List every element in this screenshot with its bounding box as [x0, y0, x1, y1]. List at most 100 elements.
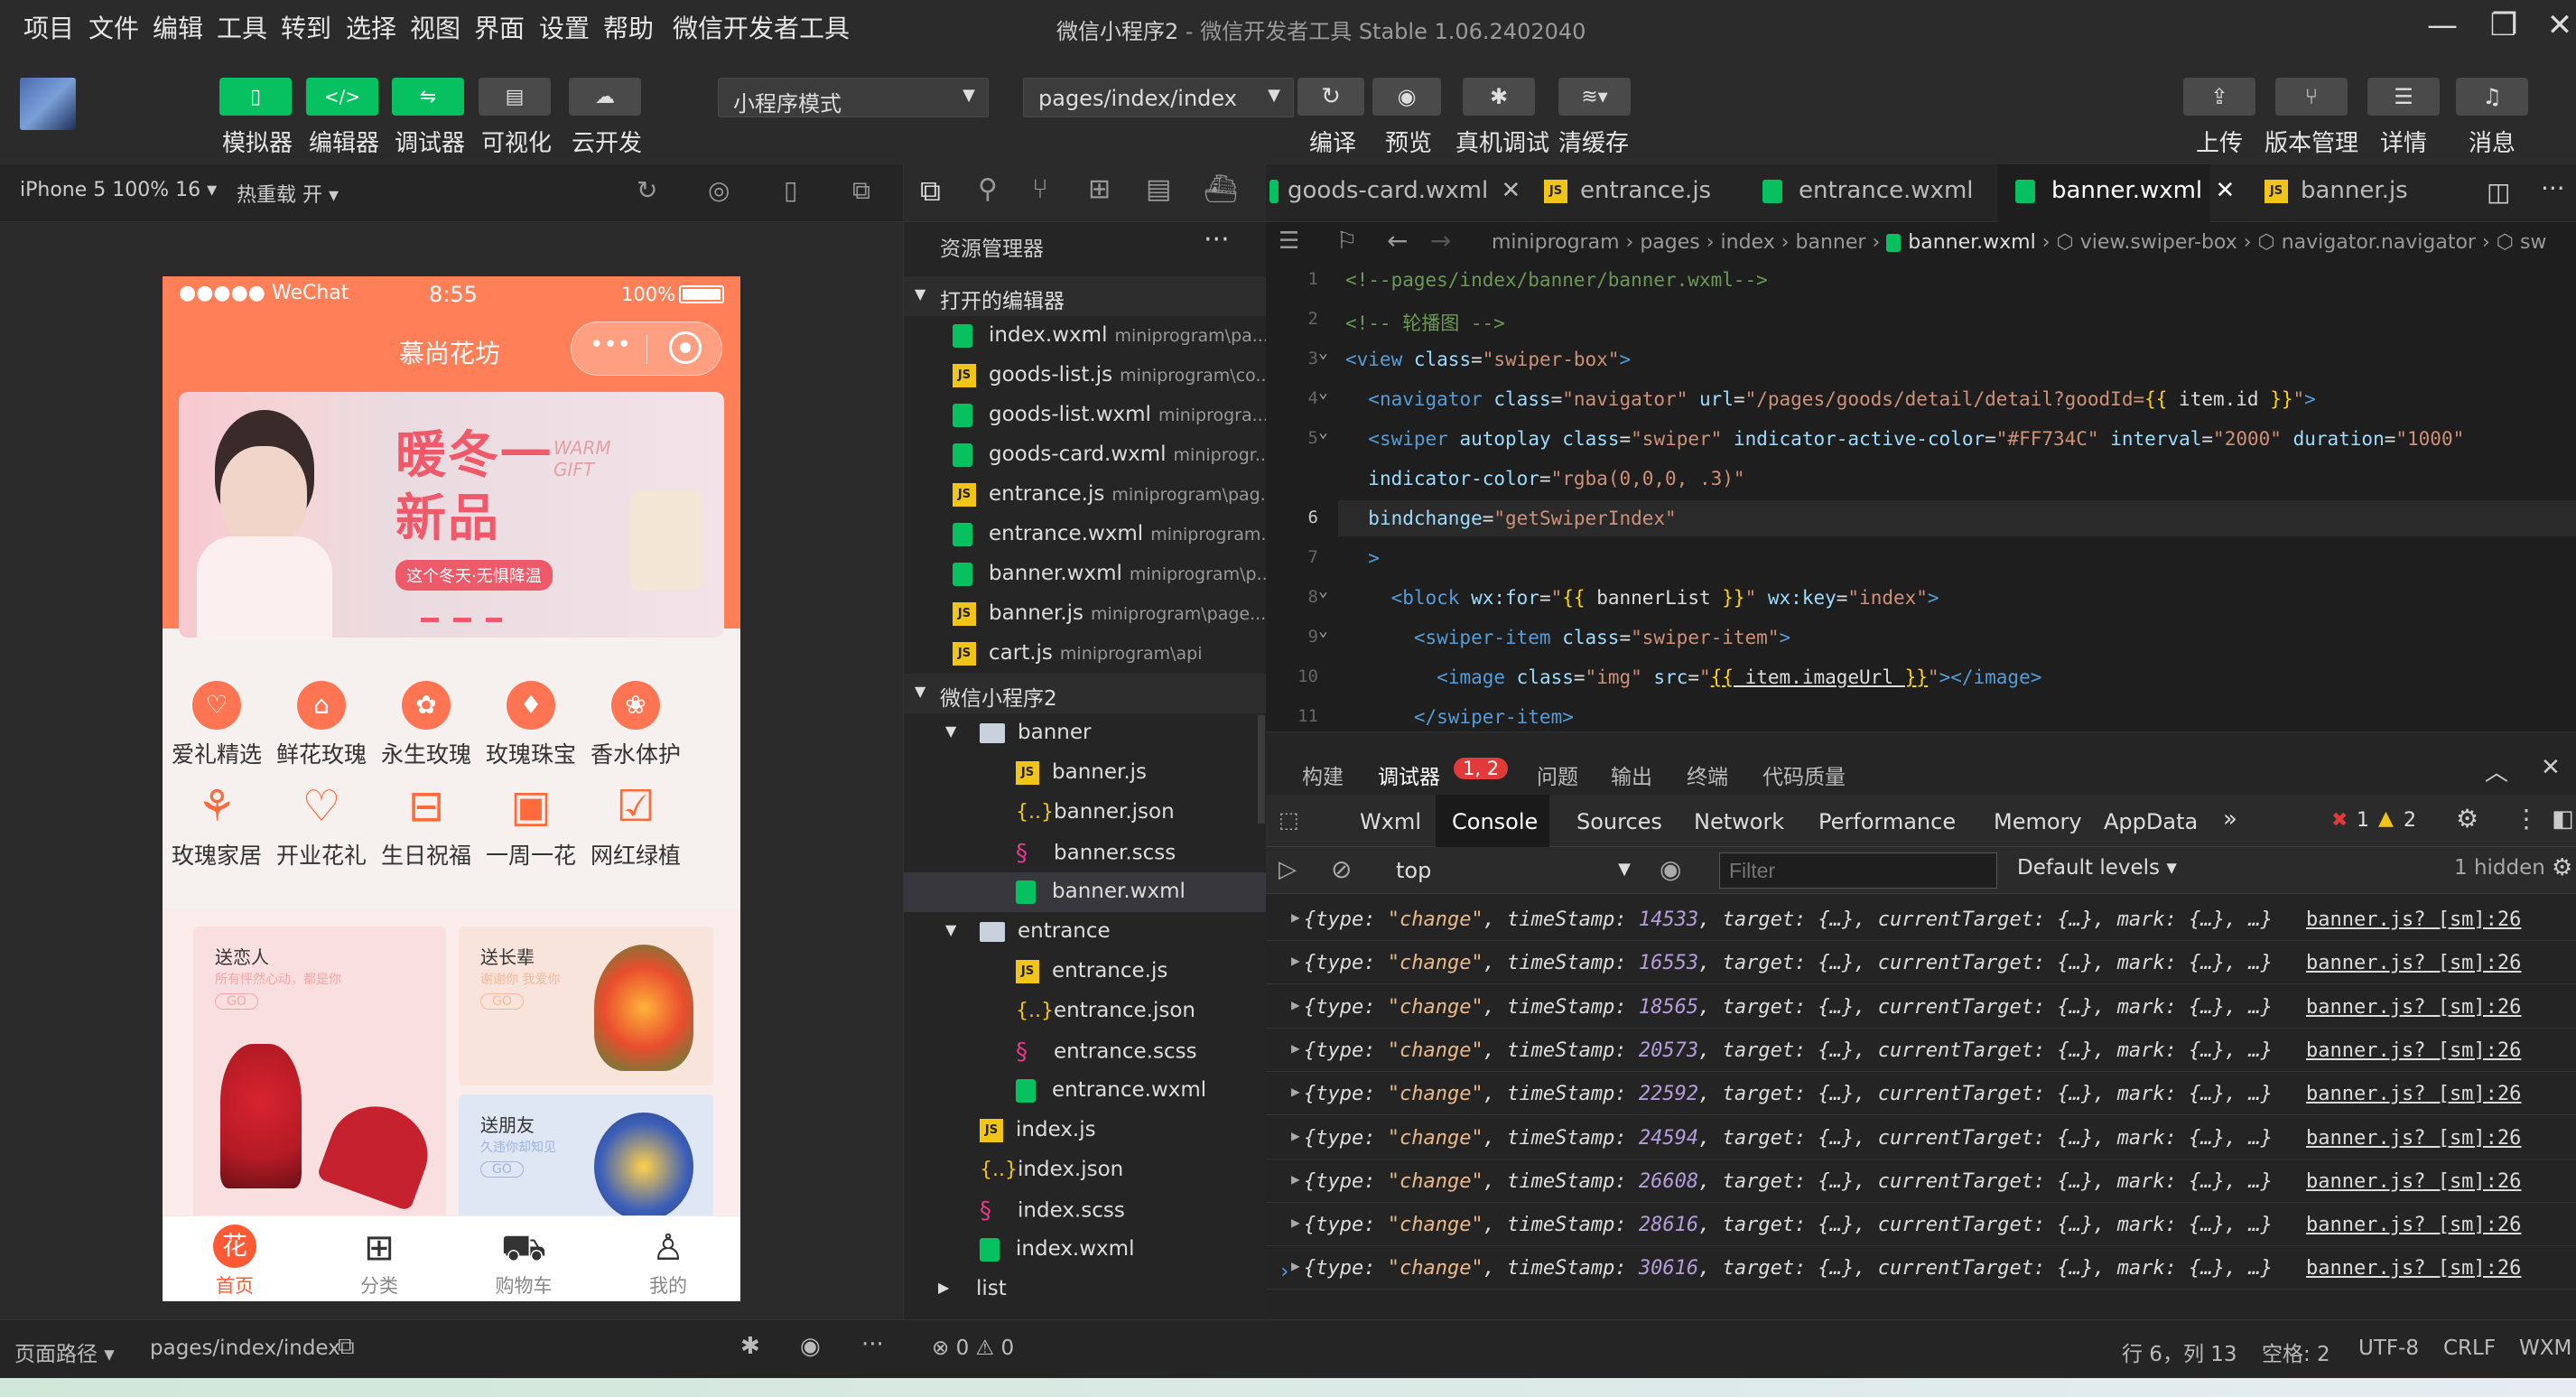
menu-project[interactable]: 项目	[23, 9, 74, 45]
go-button[interactable]: GO	[215, 993, 258, 1010]
mode-select[interactable]: 小程序模式 ▼	[718, 78, 989, 117]
open-editor-item[interactable]: JS entrance.js miniprogram\pag...	[904, 475, 1267, 515]
log-source-link[interactable]: banner.js? [sm]:26	[2306, 1214, 2521, 1236]
capsule-menu[interactable]: •••	[571, 321, 722, 376]
category-item[interactable]: ❀ 香水体护	[581, 681, 690, 769]
maximize-icon[interactable]: ❐	[2481, 7, 2526, 49]
section-project[interactable]: ▼ 微信小程序2	[904, 674, 1267, 713]
file-tree-item[interactable]: § index.scss	[904, 1190, 1267, 1230]
dock-icon[interactable]: ◧	[2552, 806, 2574, 833]
tab-mine[interactable]: ♙ 我的	[596, 1225, 740, 1299]
console-log-row[interactable]: ▶ {type: "change", timeStamp: 30616, targ…	[1266, 1250, 2576, 1290]
phone-frame-icon[interactable]: ▯	[784, 175, 797, 205]
category-item[interactable]: ♡ 爱礼精选	[163, 681, 271, 769]
open-editor-item[interactable]: banner.wxml miniprogram\p...	[904, 554, 1267, 594]
tab-appdata[interactable]: AppData	[2104, 809, 2198, 834]
file-tree-item[interactable]: JS index.js	[904, 1111, 1267, 1150]
extensions-icon[interactable]: ⊞	[1088, 173, 1111, 205]
eye-icon[interactable]: ◉	[800, 1333, 821, 1360]
menu-select[interactable]: 选择	[346, 9, 396, 45]
copy-icon[interactable]: ⧉	[338, 1333, 355, 1361]
sidebar-toggle-icon[interactable]: ▷	[1279, 856, 1297, 883]
menu-interface[interactable]: 界面	[474, 9, 525, 45]
console-log-row[interactable]: ▶ {type: "change", timeStamp: 28616, targ…	[1266, 1206, 2576, 1247]
open-editor-item[interactable]: index.wxml miniprogram\pa...	[904, 316, 1267, 356]
open-editor-item[interactable]: JS cart.js miniprogram\api	[904, 634, 1267, 674]
bug-icon[interactable]: ✱	[740, 1333, 760, 1360]
back-icon[interactable]: ←	[1387, 226, 1408, 256]
log-source-link[interactable]: banner.js? [sm]:26	[2306, 1083, 2521, 1105]
banner-swiper[interactable]: 暖冬一新品 WARM GIFT 这个冬天·无惧降温	[179, 392, 724, 638]
promo-card-elder[interactable]: 送长辈 谢谢你 我爱你 GO	[459, 927, 713, 1085]
fold-icon[interactable]: ⌄	[1318, 621, 1328, 640]
expand-icon[interactable]: ▶	[1291, 952, 1300, 969]
tab-wxml[interactable]: Wxml	[1360, 809, 1421, 834]
console-log-row[interactable]: ▶ {type: "change", timeStamp: 18565, targ…	[1266, 989, 2576, 1029]
record-icon[interactable]: ◎	[708, 175, 730, 205]
file-tree-item[interactable]: {..}index.json	[904, 1150, 1267, 1190]
go-button[interactable]: GO	[480, 1161, 524, 1178]
file-tree-item[interactable]: {..}banner.json	[904, 793, 1267, 833]
file-tree-item[interactable]: index.wxml	[904, 1230, 1267, 1270]
category-item[interactable]: ⊟ 生日祝福	[372, 782, 480, 871]
log-source-link[interactable]: banner.js? [sm]:26	[2306, 1257, 2521, 1280]
expand-icon[interactable]: ▶	[1291, 1083, 1300, 1100]
file-tree-item[interactable]: ▼ banner	[904, 713, 1267, 753]
more-actions-icon[interactable]: ···	[1204, 224, 1230, 256]
scrollbar[interactable]	[1258, 715, 1265, 824]
menu-file[interactable]: 文件	[88, 9, 139, 45]
more-tabs-icon[interactable]: »	[2223, 806, 2237, 833]
fold-icon[interactable]: ⌄	[1318, 423, 1328, 442]
category-item[interactable]: ☑ 网红绿植	[581, 782, 690, 871]
visual-button[interactable]: ▤	[479, 78, 551, 116]
console-log-row[interactable]: ▶ {type: "change", timeStamp: 24594, targ…	[1266, 1120, 2576, 1160]
encoding[interactable]: UTF-8	[2358, 1336, 2419, 1360]
expand-icon[interactable]: ▶	[1291, 1127, 1300, 1144]
open-editor-item[interactable]: goods-list.wxml miniprogra...	[904, 396, 1267, 435]
expand-icon[interactable]: ▶	[1291, 1257, 1300, 1274]
tab-build[interactable]: 构建	[1302, 759, 1344, 790]
more-icon[interactable]: •••	[590, 331, 631, 359]
console-log-row[interactable]: ▶ {type: "change", timeStamp: 22592, targ…	[1266, 1076, 2576, 1116]
cloud-button[interactable]: ☁	[569, 78, 641, 116]
tab-performance[interactable]: Performance	[1818, 809, 1956, 834]
open-editor-item[interactable]: entrance.wxml miniprogram...	[904, 515, 1267, 554]
console-settings-icon[interactable]: ⚙	[2552, 854, 2572, 881]
console-log-row[interactable]: ▶ {type: "change", timeStamp: 26608, targ…	[1266, 1163, 2576, 1203]
expand-icon[interactable]: ▶	[1291, 908, 1300, 926]
promo-card-friend[interactable]: 送朋友 久违你却知见 GO	[459, 1094, 713, 1230]
tab-output[interactable]: 输出	[1611, 759, 1652, 790]
expand-icon[interactable]: ▶	[1291, 1039, 1300, 1057]
file-tree-item[interactable]: JS banner.js	[904, 753, 1267, 793]
menu-settings[interactable]: 设置	[539, 9, 590, 45]
language-mode[interactable]: WXM	[2519, 1336, 2571, 1360]
preview-button[interactable]: ◉	[1372, 78, 1441, 116]
message-button[interactable]: ♫	[2456, 78, 2528, 116]
promo-card-lover[interactable]: 送恋人 所有怦然心动，都是你 GO	[193, 927, 446, 1220]
category-item[interactable]: ⚘ 玫瑰家居	[163, 782, 271, 871]
log-source-link[interactable]: banner.js? [sm]:26	[2306, 996, 2521, 1019]
tab-console[interactable]: Console	[1436, 795, 1549, 847]
bookmark-icon[interactable]: ⚐	[1336, 228, 1357, 255]
minimize-icon[interactable]: —	[2420, 7, 2465, 49]
file-tree-item[interactable]: ▼ entrance	[904, 912, 1267, 952]
tab-banner-js[interactable]: JS banner.js	[2264, 164, 2427, 222]
category-item[interactable]: ▣ 一周一花	[477, 782, 585, 871]
split-editor-icon[interactable]: ◫	[2487, 177, 2510, 207]
hotreload-toggle[interactable]: 热重载 开 ▾	[237, 179, 339, 208]
problems-status[interactable]: ⊗ 0 ⚠ 0	[932, 1336, 1014, 1360]
prompt-icon[interactable]: ›	[1279, 1261, 1290, 1283]
close-icon[interactable]: ✕	[2537, 7, 2576, 49]
section-open-editors[interactable]: ▼ 打开的编辑器	[904, 276, 1267, 316]
expand-icon[interactable]: ▶	[1291, 996, 1300, 1013]
log-source-link[interactable]: banner.js? [sm]:26	[2306, 952, 2521, 974]
tab-entrance-wxml[interactable]: entrance.wxml	[1762, 164, 1974, 222]
file-tree-item[interactable]: § banner.scss	[904, 833, 1267, 872]
file-tree-item[interactable]: {..}entrance.json	[904, 992, 1267, 1031]
close-icon[interactable]: ✕	[2215, 177, 2235, 204]
details-button[interactable]: ☰	[2367, 78, 2440, 116]
tab-home[interactable]: 花首页	[163, 1225, 307, 1299]
open-editor-item[interactable]: JS goods-list.js miniprogram\co...	[904, 356, 1267, 396]
tab-sources[interactable]: Sources	[1576, 809, 1662, 834]
compile-button[interactable]: ↻	[1297, 78, 1364, 116]
